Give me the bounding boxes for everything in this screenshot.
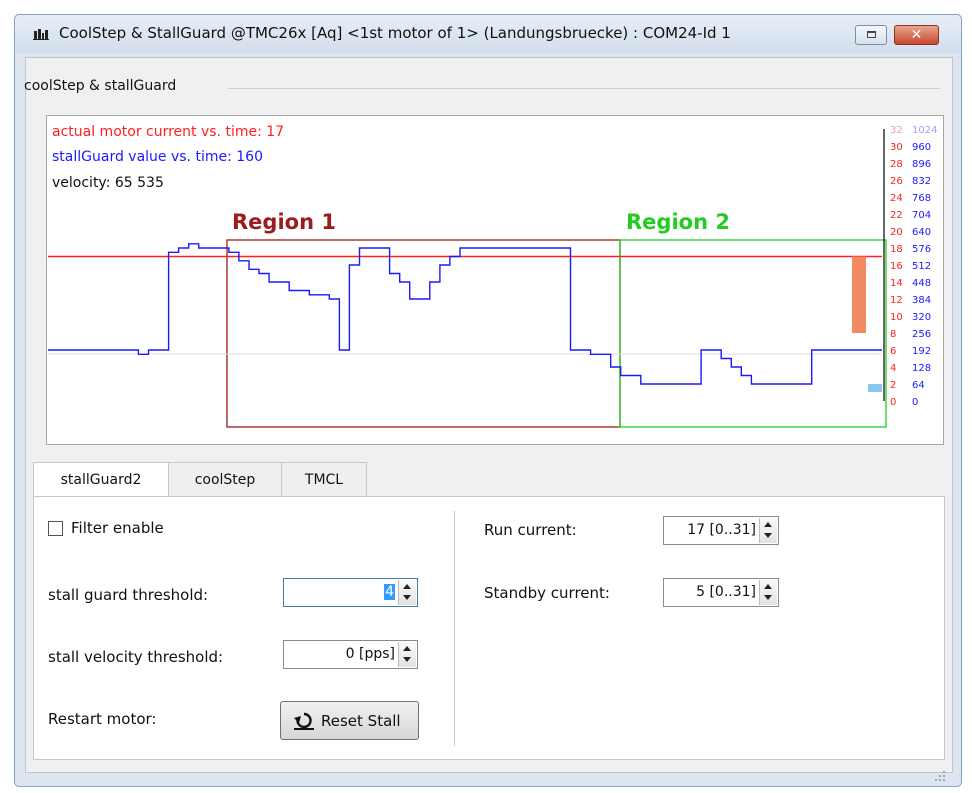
restart-motor-label: Restart motor: (48, 710, 157, 728)
y-tick-right: 320 (912, 312, 931, 323)
y-tick-right: 192 (912, 346, 931, 357)
tab-coolstep[interactable]: coolStep (168, 462, 282, 497)
legend-current: actual motor current vs. time: 17 (52, 124, 284, 140)
y-tick-right: 448 (912, 278, 931, 289)
y-tick-right: 128 (912, 363, 931, 374)
y-tick-right: 896 (912, 159, 931, 170)
y-tick-right: 1024 (912, 125, 937, 136)
y-tick-right: 768 (912, 193, 931, 204)
y-tick-left: 32 (890, 125, 903, 136)
region1-label: Region 1 (232, 210, 336, 234)
standby-current-spinbox[interactable]: 5 [0..31] (663, 578, 779, 607)
reset-stall-label: Reset Stall (321, 712, 401, 730)
y-tick-right: 960 (912, 142, 931, 153)
stall-velocity-value: 0 [pps] (345, 646, 395, 662)
arrow-down-icon[interactable] (764, 533, 772, 538)
current-level-bar (852, 256, 866, 333)
y-tick-left: 0 (890, 397, 896, 408)
group-divider (228, 88, 940, 89)
y-tick-right: 640 (912, 227, 931, 238)
resize-grip-icon[interactable] (934, 770, 946, 782)
spin-arrows[interactable] (759, 518, 777, 543)
y-tick-left: 26 (890, 176, 903, 187)
arrow-up-icon[interactable] (764, 522, 772, 527)
window-title: CoolStep & StallGuard @TMC26x [Aq] <1st … (59, 24, 731, 42)
y-axis-right-ticks: 1024960896832768704640576512448384320256… (912, 125, 937, 408)
y-tick-right: 576 (912, 244, 931, 255)
stallguard-level-bar (868, 384, 882, 392)
y-tick-left: 10 (890, 312, 903, 323)
sg-threshold-label: stall guard threshold: (48, 586, 209, 604)
sg-threshold-spinbox[interactable]: 4 (283, 578, 418, 607)
spin-arrows[interactable] (398, 642, 416, 667)
standby-current-value: 5 [0..31] (696, 584, 756, 600)
y-tick-left: 22 (890, 210, 903, 221)
y-tick-left: 16 (890, 261, 903, 272)
stall-velocity-spinbox[interactable]: 0 [pps] (283, 640, 418, 669)
title-bar[interactable]: CoolStep & StallGuard @TMC26x [Aq] <1st … (15, 15, 961, 53)
filter-enable-label: Filter enable (71, 519, 164, 537)
restore-icon (867, 31, 876, 38)
standby-current-label: Standby current: (484, 584, 610, 602)
stall-velocity-label: stall velocity threshold: (48, 648, 224, 666)
y-tick-right: 64 (912, 380, 925, 391)
tab-tmcl[interactable]: TMCL (281, 462, 367, 497)
y-tick-right: 256 (912, 329, 931, 340)
stallguard-series-line (48, 243, 882, 385)
reset-stall-button[interactable]: Reset Stall (280, 701, 419, 740)
y-tick-left: 12 (890, 295, 903, 306)
y-tick-left: 6 (890, 346, 896, 357)
spin-arrows[interactable] (759, 580, 777, 605)
y-tick-left: 24 (890, 193, 903, 204)
region1-box (226, 239, 621, 428)
arrow-up-icon[interactable] (403, 646, 411, 651)
y-tick-right: 0 (912, 397, 918, 408)
tab-stallguard2[interactable]: stallGuard2 (33, 462, 169, 498)
run-current-value: 17 [0..31] (687, 522, 756, 538)
close-icon: ✕ (910, 27, 923, 43)
chart-app-icon (33, 29, 49, 40)
y-tick-left: 20 (890, 227, 903, 238)
y-tick-left: 2 (890, 380, 896, 391)
arrow-down-icon[interactable] (403, 595, 411, 600)
reset-icon (294, 712, 314, 730)
legend-velocity: velocity: 65 535 (52, 175, 164, 191)
legend-stallguard: stallGuard value vs. time: 160 (52, 149, 263, 165)
y-tick-right: 704 (912, 210, 931, 221)
close-button[interactable]: ✕ (894, 25, 939, 45)
y-tick-left: 4 (890, 363, 896, 374)
region2-label: Region 2 (626, 210, 730, 234)
y-axis-left-ticks: 32302826242220181614121086420 (890, 125, 903, 408)
y-tick-left: 14 (890, 278, 903, 289)
y-tick-right: 512 (912, 261, 931, 272)
run-current-label: Run current: (484, 521, 577, 539)
arrow-down-icon[interactable] (764, 595, 772, 600)
arrow-up-icon[interactable] (764, 584, 772, 589)
spin-arrows[interactable] (398, 580, 416, 605)
y-tick-right: 384 (912, 295, 931, 306)
arrow-down-icon[interactable] (403, 657, 411, 662)
sg-threshold-value: 4 (384, 584, 395, 600)
restore-button[interactable] (855, 25, 887, 45)
group-title: coolStep & stallGuard (24, 78, 177, 94)
arrow-up-icon[interactable] (403, 584, 411, 589)
y-tick-right: 832 (912, 176, 931, 187)
filter-enable-checkbox[interactable] (48, 521, 63, 536)
region2-box (619, 239, 887, 428)
y-tick-left: 18 (890, 244, 903, 255)
panel-divider (454, 511, 455, 746)
stallguard-chart: actual motor current vs. time: 17 stallG… (48, 124, 937, 428)
y-tick-left: 30 (890, 142, 903, 153)
y-tick-left: 8 (890, 329, 896, 340)
y-tick-left: 28 (890, 159, 903, 170)
run-current-spinbox[interactable]: 17 [0..31] (663, 516, 779, 545)
